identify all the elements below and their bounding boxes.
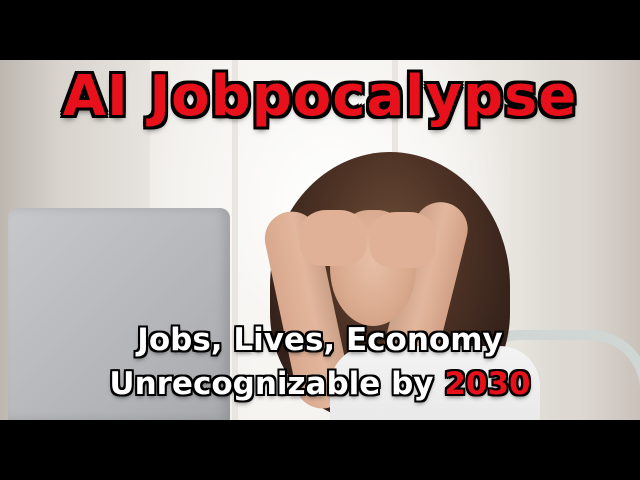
subtitle-year: 2030	[444, 366, 531, 402]
woman-right-hand	[370, 212, 436, 268]
thumbnail-title: AI Jobpocalypse	[62, 64, 578, 129]
thumbnail-frame: AI Jobpocalypse Jobs, Lives, Economy Unr…	[0, 0, 640, 480]
subtitle-line-2: Unrecognizable by 2030	[0, 366, 640, 402]
subtitle-line-1: Jobs, Lives, Economy	[137, 322, 503, 358]
subtitle-line-2-text: Unrecognizable by	[109, 366, 445, 402]
woman-left-hand	[300, 210, 366, 266]
